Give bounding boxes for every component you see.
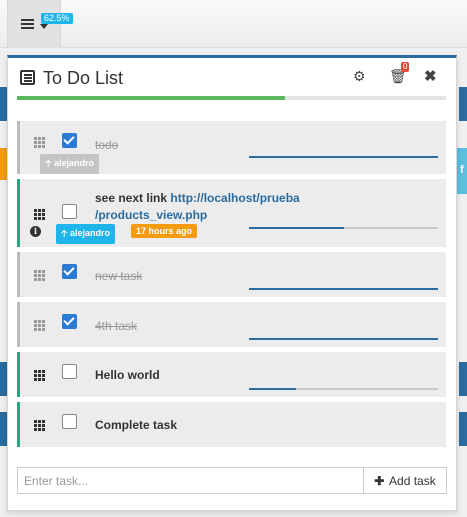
task-progress-bar bbox=[249, 288, 438, 290]
progress-badge: 62.5% bbox=[41, 13, 73, 24]
task-text: new task bbox=[95, 269, 143, 283]
drag-handle-icon[interactable] bbox=[34, 137, 45, 148]
task-checkbox[interactable] bbox=[62, 264, 77, 279]
todo-popover: To Do List ⚙ 🗑 0 ✖ todo 🡡 alejandro i se… bbox=[7, 55, 457, 511]
task-row[interactable]: Complete task bbox=[17, 402, 446, 447]
task-text: 4th task bbox=[95, 319, 138, 333]
user-badge: 🡡 alejandro bbox=[40, 154, 99, 174]
task-link[interactable]: /products_view.php bbox=[95, 208, 207, 222]
task-checkbox[interactable] bbox=[62, 133, 77, 148]
trash-count-badge: 0 bbox=[401, 62, 410, 72]
task-progress-bar bbox=[249, 156, 438, 158]
drag-handle-icon[interactable] bbox=[34, 420, 45, 431]
caret-down-icon bbox=[40, 24, 48, 29]
task-checkbox[interactable] bbox=[62, 414, 77, 429]
task-progress-bar bbox=[249, 227, 438, 229]
new-task-input[interactable] bbox=[17, 467, 372, 494]
close-icon[interactable]: ✖ bbox=[424, 67, 437, 85]
task-text: Hello world bbox=[95, 368, 160, 382]
task-link[interactable]: http://localhost/prueba bbox=[170, 191, 299, 205]
right-tab-letter: f bbox=[460, 164, 464, 176]
todo-progress-fill bbox=[17, 96, 286, 100]
task-text: see next link http://localhost/prueba /p… bbox=[95, 191, 300, 222]
task-checkbox[interactable] bbox=[62, 364, 77, 379]
drag-handle-icon[interactable] bbox=[34, 370, 45, 381]
plus-icon: ✚ bbox=[374, 473, 385, 488]
list-icon bbox=[21, 19, 34, 30]
task-progress-bar bbox=[249, 338, 438, 340]
task-row[interactable]: i see next link http://localhost/prueba … bbox=[17, 179, 446, 247]
background-tab bbox=[0, 148, 7, 180]
info-icon[interactable]: i bbox=[30, 226, 41, 237]
task-progress-bar bbox=[249, 388, 438, 390]
todo-menu-button[interactable]: 62.5% bbox=[7, 0, 73, 48]
add-task-button[interactable]: ✚ Add task bbox=[363, 467, 447, 494]
task-checkbox[interactable] bbox=[62, 314, 77, 329]
task-row[interactable]: todo 🡡 alejandro bbox=[17, 121, 446, 174]
drag-handle-icon[interactable] bbox=[34, 209, 45, 220]
task-text: Complete task bbox=[95, 418, 178, 432]
todo-header: To Do List ⚙ 🗑 0 ✖ bbox=[8, 58, 456, 102]
list-alt-icon bbox=[20, 70, 35, 85]
task-text: todo bbox=[95, 138, 119, 152]
gear-icon[interactable]: ⚙ bbox=[353, 68, 366, 85]
task-row[interactable]: Hello world bbox=[17, 352, 446, 397]
drag-handle-icon[interactable] bbox=[34, 320, 45, 331]
background-tab[interactable]: f bbox=[457, 148, 467, 194]
task-row[interactable]: new task bbox=[17, 252, 446, 297]
user-badge: 🡡 alejandro bbox=[56, 224, 115, 244]
top-navbar: 62.5% bbox=[0, 0, 467, 48]
todo-title: To Do List bbox=[43, 68, 124, 88]
drag-handle-icon[interactable] bbox=[34, 270, 45, 281]
todo-progress-bar bbox=[17, 96, 446, 100]
time-badge: 17 hours ago bbox=[131, 224, 198, 238]
task-row[interactable]: 4th task bbox=[17, 302, 446, 347]
task-checkbox[interactable] bbox=[62, 204, 77, 219]
